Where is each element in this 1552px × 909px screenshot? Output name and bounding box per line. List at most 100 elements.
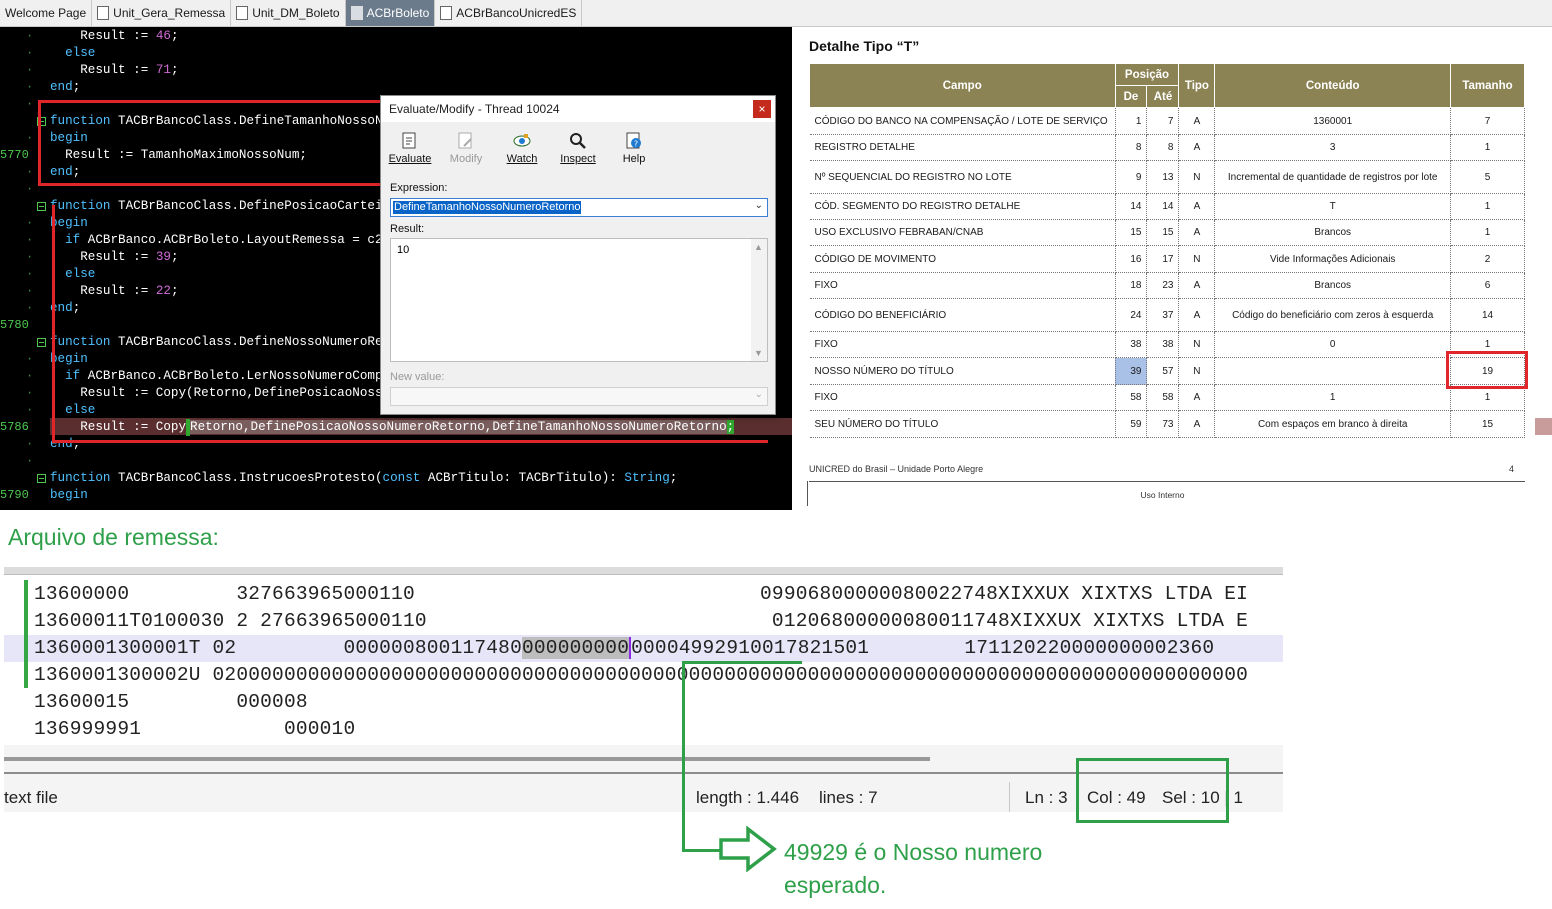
- spec-cell-de: 15: [1115, 219, 1148, 246]
- spec-cell-campo: CÓDIGO DO BANCO NA COMPENSAÇÃO / LOTE DE…: [809, 107, 1116, 135]
- spec-row: CÓDIGO DO BENEFICIÁRIO 24 37 A Código do ben…: [809, 298, 1525, 332]
- annotation-line-1: 49929 é o Nosso numero: [784, 839, 1043, 865]
- code-line: · Result := 71;: [0, 62, 792, 79]
- code-token: ;: [669, 471, 678, 485]
- gutter-dot: ·: [26, 97, 34, 111]
- spec-cell-ate: 8: [1146, 134, 1180, 161]
- spec-row: Nº SEQUENCIAL DO REGISTRO NO LOTE 9 13 N Inc…: [809, 160, 1525, 194]
- editor-tab-bar: Welcome Page Unit_Gera_Remessa Unit_DM_B…: [0, 0, 1552, 27]
- gutter-dot: ·: [26, 131, 34, 145]
- spec-cell-tipo: A: [1178, 219, 1216, 246]
- code-token: function: [50, 471, 111, 485]
- status-file-type: text file: [4, 788, 58, 807]
- file-content-area[interactable]: 13600000 327663965000110 099068000000800…: [4, 575, 1283, 745]
- spec-cell-tamanho: 6: [1450, 272, 1525, 299]
- tab-label: Welcome Page: [5, 6, 87, 20]
- spec-cell-de: 58: [1115, 384, 1148, 411]
- spec-cell-tipo: A: [1178, 193, 1216, 220]
- scroll-up-icon[interactable]: ▲: [754, 242, 763, 252]
- code-text: function TACBrBancoClass.InstrucoesProte…: [50, 470, 677, 487]
- inspect-icon: [569, 132, 587, 150]
- green-underline-nosso-numero: [684, 661, 802, 664]
- spec-cell-tipo: A: [1178, 272, 1216, 299]
- code-token: String: [624, 471, 670, 485]
- horizontal-scrollbar[interactable]: [4, 757, 930, 761]
- spec-cell-ate: 7: [1146, 107, 1180, 135]
- remessa-heading: Arquivo de remessa:: [8, 524, 219, 550]
- tab-unit-dm-boleto[interactable]: Unit_DM_Boleto: [231, 0, 346, 26]
- spec-cell-conteudo: 3: [1214, 134, 1451, 161]
- text-selection: 000000000: [521, 637, 630, 659]
- tab-acbrbancounicredes[interactable]: ACBrBancoUnicredES: [435, 0, 583, 26]
- modify-label: Modify: [449, 153, 483, 165]
- spec-cell-tamanho: 1: [1450, 193, 1525, 220]
- expression-value: DefineTamanhoNossoNumeroRetorno: [393, 201, 582, 214]
- gutter-dot: ·: [26, 386, 34, 400]
- spec-cell-tipo: N: [1178, 245, 1216, 273]
- watch-icon: [513, 132, 531, 150]
- spec-cell-ate: 58: [1146, 384, 1180, 411]
- watch-label: Watch: [506, 153, 538, 165]
- code-text: else: [50, 45, 95, 62]
- gutter-dot: ·: [26, 233, 34, 247]
- help-label: Help: [622, 153, 646, 165]
- file-line: 13600015 000008: [34, 691, 308, 713]
- inspect-button[interactable]: Inspect: [559, 132, 597, 165]
- tab-label: ACBrBancoUnicredES: [456, 6, 577, 20]
- spec-row: CÓDIGO DE MOVIMENTO 16 17 N Vide Informações…: [809, 245, 1525, 273]
- code-line: · end;: [0, 79, 792, 96]
- result-scrollbar[interactable]: ▲ ▼: [751, 239, 767, 361]
- spec-cell-conteudo: Brancos: [1214, 219, 1451, 246]
- spec-row: REGISTRO DETALHE 8 8 A 3 1: [809, 134, 1525, 161]
- close-button[interactable]: ×: [753, 100, 771, 118]
- expression-input[interactable]: DefineTamanhoNossoNumeroRetorno ⌄: [390, 198, 768, 217]
- code-token: Result :=: [50, 29, 156, 43]
- fold-toggle-icon[interactable]: [37, 338, 46, 347]
- chevron-down-icon[interactable]: ⌄: [755, 389, 763, 400]
- chevron-down-icon[interactable]: ⌄: [755, 200, 763, 211]
- watch-button[interactable]: Watch: [503, 132, 541, 165]
- spec-row: USO EXCLUSIVO FEBRABAN/CNAB 15 15 A Brancos 1: [809, 219, 1525, 246]
- editor-line-highlight-overflow: [1535, 418, 1552, 435]
- spec-cell-ate: 73: [1146, 410, 1180, 438]
- header-ate: Até: [1146, 85, 1180, 108]
- tab-unit-gera-remessa[interactable]: Unit_Gera_Remessa: [92, 0, 232, 26]
- help-button[interactable]: ? Help: [615, 132, 653, 165]
- code-token: ;: [72, 80, 81, 94]
- modify-button[interactable]: Modify: [447, 132, 485, 165]
- spec-cell-campo: USO EXCLUSIVO FEBRABAN/CNAB: [809, 219, 1116, 246]
- fold-toggle-icon[interactable]: [37, 202, 46, 211]
- red-highlight-box-function: [38, 100, 384, 186]
- spec-cell-ate: 38: [1146, 331, 1180, 358]
- spec-cell-conteudo: Incremental de quantidade de registros p…: [1214, 160, 1451, 194]
- header-posicao: Posição: [1114, 63, 1180, 86]
- code-token: TACBrBancoClass.InstrucoesProtesto(: [110, 471, 383, 485]
- spec-cell-ate: 14: [1146, 193, 1180, 220]
- spec-cell-de: 16: [1115, 245, 1148, 273]
- spec-row: FIXO 58 58 A 1 1: [809, 384, 1525, 411]
- scroll-down-icon[interactable]: ▼: [754, 348, 763, 358]
- header-tipo: Tipo: [1178, 63, 1216, 108]
- expression-label: Expression:: [390, 182, 448, 194]
- spec-cell-campo: CÓDIGO DE MOVIMENTO: [809, 245, 1116, 273]
- spec-cell-tipo: A: [1178, 384, 1216, 411]
- spec-cell-ate: 17: [1146, 245, 1180, 273]
- annotation-line-2: esperado.: [784, 872, 887, 898]
- tab-welcome-page[interactable]: Welcome Page: [0, 0, 93, 26]
- fold-toggle-icon[interactable]: [37, 474, 46, 483]
- result-textarea[interactable]: 10 ▲ ▼: [390, 238, 768, 362]
- evaluate-button[interactable]: Evaluate: [389, 132, 431, 165]
- spec-cell-ate: 23: [1146, 272, 1180, 299]
- spec-cell-conteudo: T: [1214, 193, 1451, 220]
- spec-row: CÓD. SEGMENTO DO REGISTRO DETALHE 14 14 A T 1: [809, 193, 1525, 220]
- doc-footer-rule: [809, 481, 1525, 482]
- gutter-dot: ·: [26, 182, 34, 196]
- code-token: Result :=: [50, 63, 156, 77]
- new-value-input[interactable]: ⌄: [390, 387, 768, 406]
- spec-cell-de: 24: [1115, 298, 1148, 332]
- code-line: · Result := 46;: [0, 28, 792, 45]
- spec-cell-campo: Nº SEQUENCIAL DO REGISTRO NO LOTE: [809, 160, 1116, 194]
- tab-label: Unit_DM_Boleto: [252, 6, 340, 20]
- tab-acbrboleto[interactable]: ACBrBoleto: [345, 0, 436, 26]
- spec-cell-de: 8: [1115, 134, 1148, 161]
